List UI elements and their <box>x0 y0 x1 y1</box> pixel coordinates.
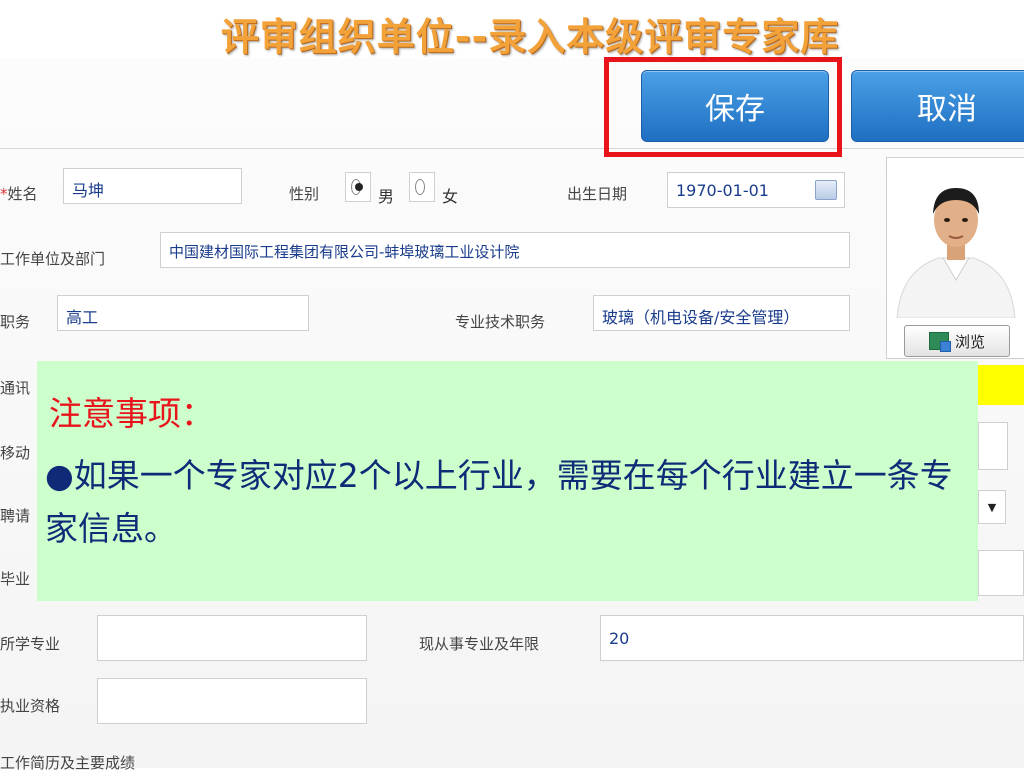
notice-box: 注意事项： ●如果一个专家对应2个以上行业，需要在每个行业建立一条专家信息。 <box>37 361 978 601</box>
browse-button[interactable]: 浏览 <box>904 325 1010 357</box>
years-label: 现从事专业及年限 <box>419 635 540 653</box>
radio-selected-icon <box>351 179 363 195</box>
position-label: 职务 <box>0 313 31 331</box>
notice-title: 注意事项： <box>49 394 214 433</box>
gender-female-radio[interactable] <box>409 172 435 202</box>
graduate-field-edge[interactable] <box>978 550 1024 596</box>
notice-body: ●如果一个专家对应2个以上行业，需要在每个行业建立一条专家信息。 <box>45 456 953 549</box>
avatar-photo <box>887 158 1024 319</box>
address-label: 通讯 <box>0 379 31 397</box>
qualification-field[interactable] <box>97 678 367 724</box>
save-highlight-box <box>604 57 842 157</box>
slide-title: 评审组织单位--录入本级评审专家库 <box>220 15 840 59</box>
major-field[interactable] <box>97 615 367 661</box>
toolbar-divider <box>0 148 1024 149</box>
workplace-label: 工作单位及部门 <box>0 250 106 268</box>
workplace-field[interactable]: 中国建材国际工程集团有限公司-蚌埠玻璃工业设计院 <box>160 232 850 268</box>
gender-male-radio[interactable] <box>345 172 371 202</box>
radio-unselected-icon <box>415 179 425 195</box>
resume-label: 工作简历及主要成绩 <box>0 754 136 772</box>
gender-male-label: 男 <box>378 187 395 206</box>
qualification-label: 执业资格 <box>0 697 61 715</box>
gender-female-label: 女 <box>442 187 459 206</box>
mobile-label: 移动 <box>0 444 31 462</box>
cancel-button[interactable]: 取消 <box>851 70 1024 142</box>
birth-label: 出生日期 <box>567 185 628 203</box>
mobile-field-edge[interactable] <box>978 422 1008 470</box>
chevron-down-icon[interactable]: ▼ <box>978 490 1006 524</box>
gender-label: 性别 <box>289 185 320 203</box>
hire-label: 聘请 <box>0 507 31 525</box>
highlight-strip <box>978 365 1024 405</box>
position-field[interactable]: 高工 <box>57 295 309 331</box>
major-label: 所学专业 <box>0 635 61 653</box>
browse-label: 浏览 <box>954 332 985 351</box>
years-field[interactable]: 20 <box>600 615 1024 661</box>
calendar-icon[interactable] <box>815 180 837 200</box>
name-field[interactable]: 马坤 <box>63 168 242 204</box>
tech-title-label: 专业技术职务 <box>455 313 546 331</box>
tech-title-field[interactable]: 玻璃（机电设备/安全管理） <box>593 295 850 331</box>
graduate-label: 毕业 <box>0 570 31 588</box>
name-label: *姓名 <box>0 185 38 203</box>
image-upload-icon <box>928 332 951 352</box>
